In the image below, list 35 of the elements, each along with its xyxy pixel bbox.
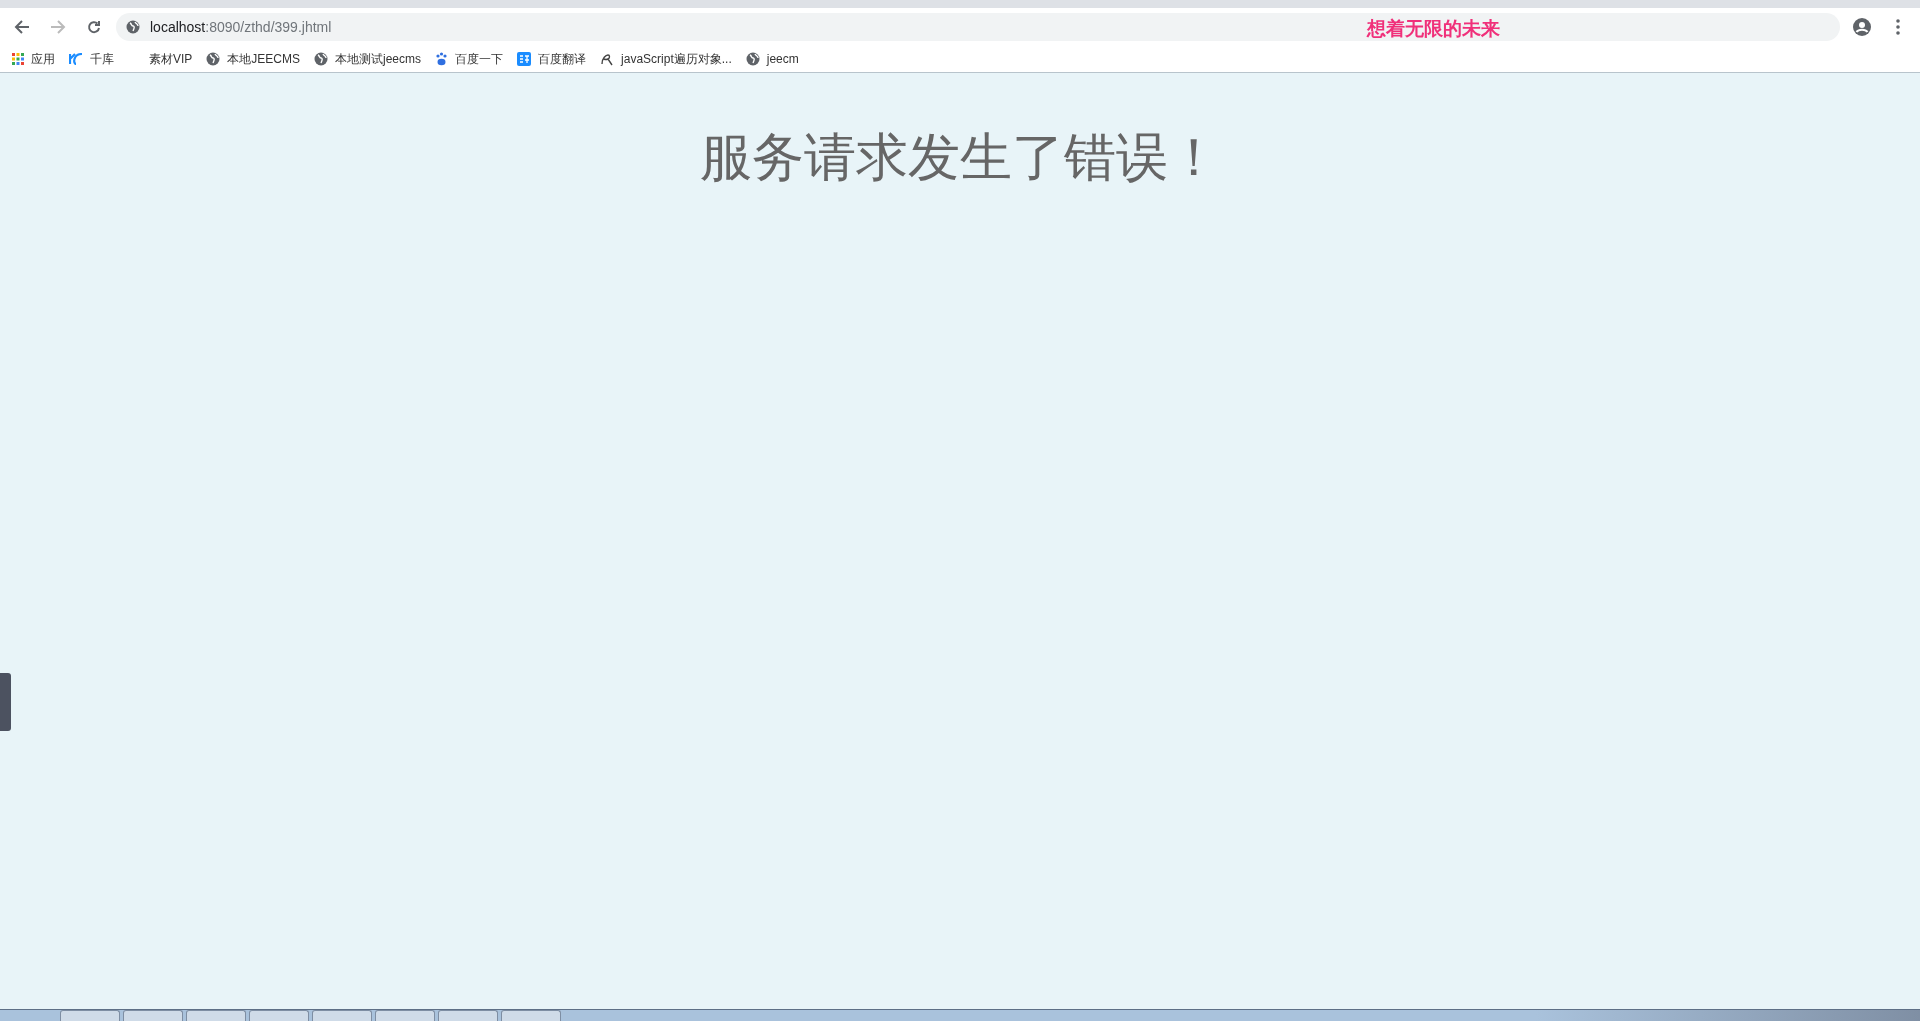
url-host: localhost [150, 19, 206, 35]
taskbar-app-button[interactable] [438, 1010, 498, 1021]
globe-icon [314, 52, 329, 66]
bookmark-link[interactable]: javaScript遍历对象... [600, 50, 732, 68]
taskbar-app-button[interactable] [60, 1010, 120, 1021]
translate-icon [517, 52, 532, 66]
taskbar-app-button[interactable] [375, 1010, 435, 1021]
apps-grid-icon [12, 53, 24, 65]
globe-icon [206, 52, 221, 66]
bookmark-link[interactable]: 千库 [69, 50, 114, 68]
taskbar-app-button[interactable] [312, 1010, 372, 1021]
forward-arrow-icon [50, 19, 66, 35]
url-path: :8090/zthd/399.jhtml [205, 19, 332, 35]
globe-icon [745, 52, 760, 66]
bookmark-link[interactable]: 本地JEECMS [206, 50, 301, 68]
globe-icon [126, 20, 140, 34]
taskbar-app-button[interactable] [186, 1010, 246, 1021]
bookmark-link[interactable]: 百度翻译 [517, 50, 587, 68]
bookmark-link[interactable]: 本地测试jeecms [314, 50, 422, 68]
menu-icon [1896, 19, 1900, 35]
taskbar-app-button[interactable] [123, 1010, 183, 1021]
brand-logo-icon [69, 53, 83, 65]
taskbar-app-button[interactable] [249, 1010, 309, 1021]
script-logo-icon [600, 52, 615, 66]
bookmark-link[interactable]: jeecm [745, 52, 799, 66]
back-arrow-icon [14, 19, 30, 35]
bookmark-link[interactable]: 素材VIP [128, 50, 193, 68]
account-icon [1853, 18, 1871, 36]
reload-icon [86, 19, 102, 35]
desktop-lyrics-text: 想着无限的未来 [1367, 17, 1500, 41]
paw-icon [435, 52, 449, 66]
error-heading: 服务请求发生了错误！ [700, 127, 1220, 188]
taskbar-app-button[interactable] [501, 1010, 561, 1021]
bookmark-link[interactable]: 百度一下 [435, 50, 504, 68]
bookmark-link[interactable]: 应用 [12, 50, 55, 68]
